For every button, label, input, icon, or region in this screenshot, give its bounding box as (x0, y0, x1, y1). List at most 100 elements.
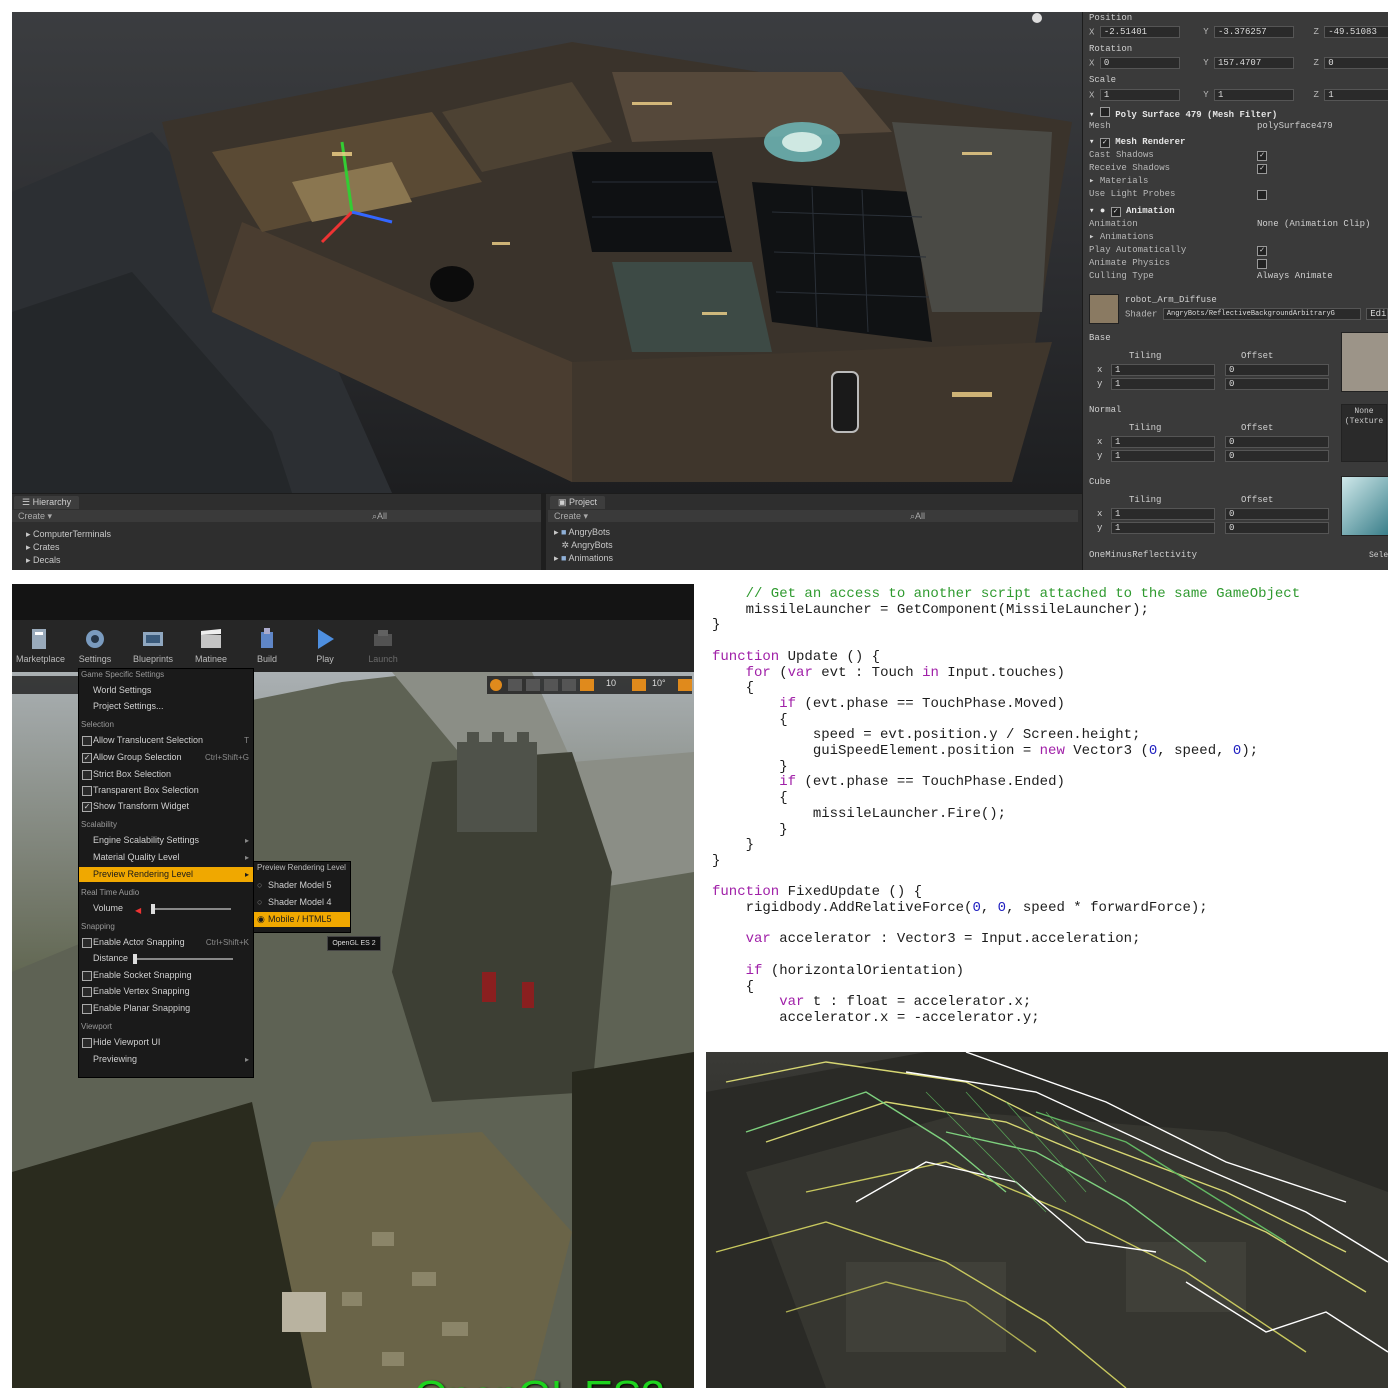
pos-z-field[interactable]: -49.51083 (1324, 26, 1388, 38)
cube-offset-x-field[interactable]: 0 (1225, 508, 1329, 520)
mesh-filter-header[interactable]: ▾ Poly Surface 479 (Mesh Filter) (1089, 107, 1384, 120)
light-probes-checkbox[interactable] (1257, 190, 1267, 200)
menu-enable-planar-snapping[interactable]: Enable Planar Snapping (79, 1001, 253, 1016)
distance-slider[interactable] (133, 958, 233, 960)
project-search-input[interactable]: ⌕All (910, 510, 925, 522)
base-offset-y-field[interactable]: 0 (1225, 378, 1329, 390)
receive-shadows-checkbox[interactable]: ✓ (1257, 164, 1267, 174)
submenu-shader-model-4[interactable]: ○ Shader Model 4 (254, 895, 350, 910)
menu-enable-socket-snapping[interactable]: Enable Socket Snapping (79, 968, 253, 983)
checkbox[interactable] (82, 971, 92, 981)
renderer-enabled-checkbox[interactable]: ✓ (1099, 138, 1110, 148)
normal-tiling-y-field[interactable]: 1 (1111, 450, 1215, 462)
build-button[interactable]: Build (244, 624, 290, 668)
normal-offset-y-field[interactable]: 0 (1225, 450, 1329, 462)
mesh-value[interactable]: polySurface479 (1257, 120, 1333, 133)
menu-engine-scalability[interactable]: Engine Scalability Settings ▸ (79, 833, 253, 848)
project-tab[interactable]: ▣ Project (550, 496, 606, 509)
normal-offset-x-field[interactable]: 0 (1225, 436, 1329, 448)
checkbox[interactable] (82, 987, 92, 997)
shader-edit-button[interactable]: Edit (1366, 308, 1388, 320)
panel-divider[interactable] (541, 494, 546, 570)
hierarchy-tab[interactable]: ☰ Hierarchy (14, 496, 80, 509)
base-tiling-x-field[interactable]: 1 (1111, 364, 1215, 376)
hierarchy-create-button[interactable]: Create (18, 511, 45, 521)
checkbox[interactable] (82, 770, 92, 780)
code-editor[interactable]: // Get an access to another script attac… (706, 584, 1388, 1039)
menu-strict-box[interactable]: Strict Box Selection (79, 767, 253, 782)
base-offset-x-field[interactable]: 0 (1225, 364, 1329, 376)
volume-slider[interactable] (151, 908, 231, 910)
cube-offset-y-field[interactable]: 0 (1225, 522, 1329, 534)
wireframe-viewport[interactable] (706, 1052, 1388, 1388)
menu-project-settings[interactable]: Project Settings... (79, 699, 253, 714)
culling-value[interactable]: Always Animate (1257, 270, 1333, 283)
normal-texture-slot[interactable]: None (Texture (1341, 404, 1387, 462)
launch-button[interactable]: Launch (360, 624, 406, 668)
mesh-renderer-header[interactable]: ▾ ✓ Mesh Renderer (1089, 136, 1384, 149)
play-auto-checkbox[interactable]: ✓ (1257, 246, 1267, 256)
base-tiling-y-field[interactable]: 1 (1111, 378, 1215, 390)
checkbox[interactable]: ✓ (82, 753, 92, 763)
menu-transparent-box[interactable]: Transparent Box Selection (79, 783, 253, 798)
list-item[interactable]: ▸ ■ AngryBots (554, 526, 610, 538)
distance-slider-handle[interactable] (133, 954, 137, 964)
scale-y-field[interactable]: 1 (1214, 89, 1295, 101)
grid-size-value[interactable]: 10 (606, 678, 616, 688)
animations-row[interactable]: ▸ Animations (1089, 231, 1384, 244)
rot-x-field[interactable]: 0 (1099, 57, 1180, 69)
volume-slider-handle[interactable] (151, 904, 155, 914)
checkbox[interactable]: ✓ (82, 802, 92, 812)
checkbox[interactable] (82, 1004, 92, 1014)
menu-enable-vertex-snapping[interactable]: Enable Vertex Snapping (79, 984, 253, 999)
list-item[interactable]: ▸ ■ Animations (554, 552, 613, 564)
list-item[interactable]: ▸ Decals (26, 554, 61, 566)
menu-world-settings[interactable]: World Settings (79, 683, 253, 698)
normal-tiling-x-field[interactable]: 1 (1111, 436, 1215, 448)
cube-tiling-y-field[interactable]: 1 (1111, 522, 1215, 534)
checkbox[interactable] (82, 938, 92, 948)
pos-y-field[interactable]: -3.376257 (1214, 26, 1295, 38)
animation-value[interactable]: None (Animation Clip) (1257, 218, 1370, 231)
checkbox[interactable] (82, 1038, 92, 1048)
hierarchy-search-input[interactable]: ⌕All (372, 510, 387, 522)
rot-z-field[interactable]: 0 (1324, 57, 1388, 69)
unity-scene-view[interactable] (12, 12, 1082, 493)
checkbox[interactable] (82, 736, 92, 746)
animation-header[interactable]: ▾ ● ✓ Animation (1089, 205, 1384, 218)
menu-preview-rendering[interactable]: Preview Rendering Level ▸ (79, 867, 253, 882)
rotation-snap-value[interactable]: 10° (652, 678, 666, 688)
animation-enabled-checkbox[interactable]: ✓ (1110, 207, 1121, 217)
list-item[interactable]: ▸ Crates (26, 541, 60, 553)
menu-allow-translucent[interactable]: Allow Translucent Selection T (79, 733, 253, 748)
matinee-button[interactable]: Matinee (188, 624, 234, 668)
play-button[interactable]: Play (302, 624, 348, 668)
cast-shadows-checkbox[interactable]: ✓ (1257, 151, 1267, 161)
submenu-shader-model-5[interactable]: ○ Shader Model 5 (254, 878, 350, 893)
cube-select-button[interactable]: Sele (1369, 549, 1388, 562)
menu-allow-group[interactable]: ✓ Allow Group Selection Ctrl+Shift+G (79, 750, 253, 765)
blueprints-button[interactable]: Blueprints (130, 624, 176, 668)
list-item[interactable]: ▸ ComputerTerminals (26, 528, 111, 540)
menu-show-transform[interactable]: ✓ Show Transform Widget (79, 799, 253, 814)
animate-physics-checkbox[interactable] (1257, 259, 1267, 269)
scale-x-field[interactable]: 1 (1099, 89, 1180, 101)
base-texture-thumbnail[interactable] (1341, 332, 1388, 392)
shader-dropdown[interactable]: AngryBots/ReflectiveBackgroundArbitraryG (1162, 308, 1361, 320)
marketplace-button[interactable]: Marketplace (16, 624, 65, 668)
list-item[interactable]: ✲ AngryBots (554, 539, 613, 551)
checkbox[interactable] (82, 786, 92, 796)
pos-x-field[interactable]: -2.51401 (1099, 26, 1180, 38)
settings-button[interactable]: Settings (72, 624, 118, 668)
menu-hide-viewport-ui[interactable]: Hide Viewport UI (79, 1035, 253, 1050)
submenu-mobile-html5[interactable]: ◉ Mobile / HTML5 (254, 912, 350, 927)
scale-z-field[interactable]: 1 (1324, 89, 1388, 101)
project-create-button[interactable]: Create (554, 511, 581, 521)
menu-material-quality[interactable]: Material Quality Level ▸ (79, 850, 253, 865)
materials-row[interactable]: ▸ Materials (1089, 175, 1384, 188)
menu-enable-actor-snapping[interactable]: Enable Actor Snapping Ctrl+Shift+K (79, 935, 253, 950)
menu-previewing[interactable]: Previewing ▸ (79, 1052, 253, 1067)
rot-y-field[interactable]: 157.4707 (1214, 57, 1295, 69)
cube-tiling-x-field[interactable]: 1 (1111, 508, 1215, 520)
cube-texture-thumbnail[interactable] (1341, 476, 1388, 536)
